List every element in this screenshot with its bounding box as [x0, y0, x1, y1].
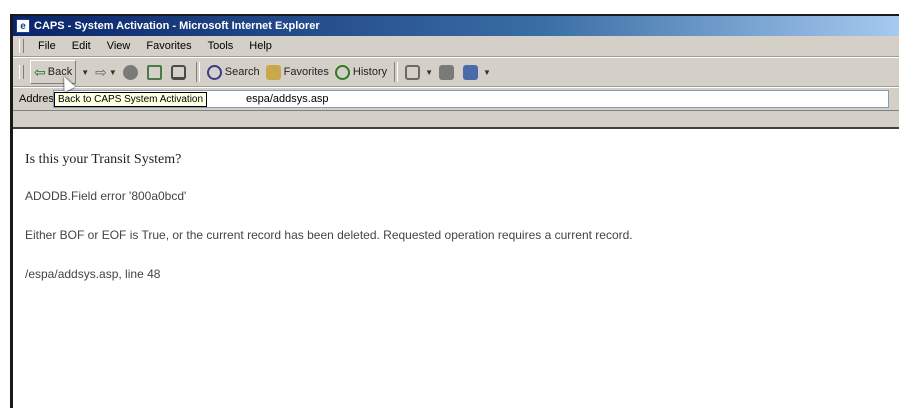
standard-toolbar: ⇦ Back ▼ ⇨ ▼ Search Favorites History ▼ … [13, 57, 899, 87]
chevron-down-icon: ▼ [425, 67, 434, 77]
history-button[interactable]: History [332, 61, 390, 83]
edit-button[interactable]: ▼ [460, 61, 494, 83]
menu-bar: File Edit View Favorites Tools Help [13, 36, 899, 57]
forward-button[interactable]: ⇨ ▼ [92, 61, 120, 83]
forward-arrow-icon: ⇨ [95, 63, 107, 80]
error-title: ADODB.Field error '800a0bcd' [25, 189, 187, 203]
refresh-button[interactable] [144, 61, 168, 83]
back-tooltip: Back to CAPS System Activation [54, 92, 208, 107]
favorites-folder-icon [265, 64, 281, 80]
page-content: Is this your Transit System? ADODB.Field… [13, 127, 899, 408]
toolbar-separator [394, 62, 399, 82]
window-title: CAPS - System Activation - Microsoft Int… [34, 20, 320, 32]
browser-window: e CAPS - System Activation - Microsoft I… [10, 14, 899, 408]
stop-button[interactable] [120, 61, 144, 83]
search-icon [206, 64, 222, 80]
menu-edit[interactable]: Edit [64, 40, 99, 52]
menubar-grip[interactable] [19, 39, 24, 53]
home-icon [170, 64, 186, 80]
menu-file[interactable]: File [30, 40, 64, 52]
menu-view[interactable]: View [99, 40, 139, 52]
menu-favorites[interactable]: Favorites [138, 40, 199, 52]
chevron-down-icon: ▼ [108, 67, 117, 77]
title-bar[interactable]: e CAPS - System Activation - Microsoft I… [13, 16, 899, 36]
toolbar-grip[interactable] [19, 65, 24, 79]
menu-tools[interactable]: Tools [200, 40, 242, 52]
mail-button[interactable]: ▼ [402, 61, 436, 83]
chevron-down-icon: ▼ [81, 67, 90, 77]
address-bar: Address espa/addsys.asp Back to CAPS Sys… [13, 74, 899, 111]
history-label: History [352, 66, 388, 78]
search-label: Search [224, 66, 260, 78]
refresh-icon [146, 64, 162, 80]
page-heading: Is this your Transit System? [25, 152, 182, 167]
toolbar-separator [195, 62, 200, 82]
word-icon [463, 64, 479, 80]
favorites-button[interactable]: Favorites [263, 61, 332, 83]
error-message: Either BOF or EOF is True, or the curren… [25, 228, 633, 242]
menu-help[interactable]: Help [241, 40, 280, 52]
address-label: Address [19, 93, 53, 105]
chevron-down-icon: ▼ [483, 67, 491, 77]
back-dropdown-button[interactable]: ▼ [76, 61, 92, 83]
print-icon [439, 64, 455, 80]
error-location: /espa/addsys.asp, line 48 [25, 267, 161, 281]
search-button[interactable]: Search [204, 61, 263, 83]
home-button[interactable] [168, 61, 192, 83]
back-arrow-icon: ⇦ [34, 63, 46, 80]
address-url: espa/addsys.asp [246, 93, 329, 105]
desktop-background [0, 0, 899, 14]
mail-icon [405, 64, 421, 80]
history-icon [334, 64, 350, 80]
favorites-label: Favorites [283, 66, 329, 78]
print-button[interactable] [436, 61, 460, 83]
ie-app-icon[interactable]: e [16, 19, 30, 33]
stop-icon [122, 64, 138, 80]
